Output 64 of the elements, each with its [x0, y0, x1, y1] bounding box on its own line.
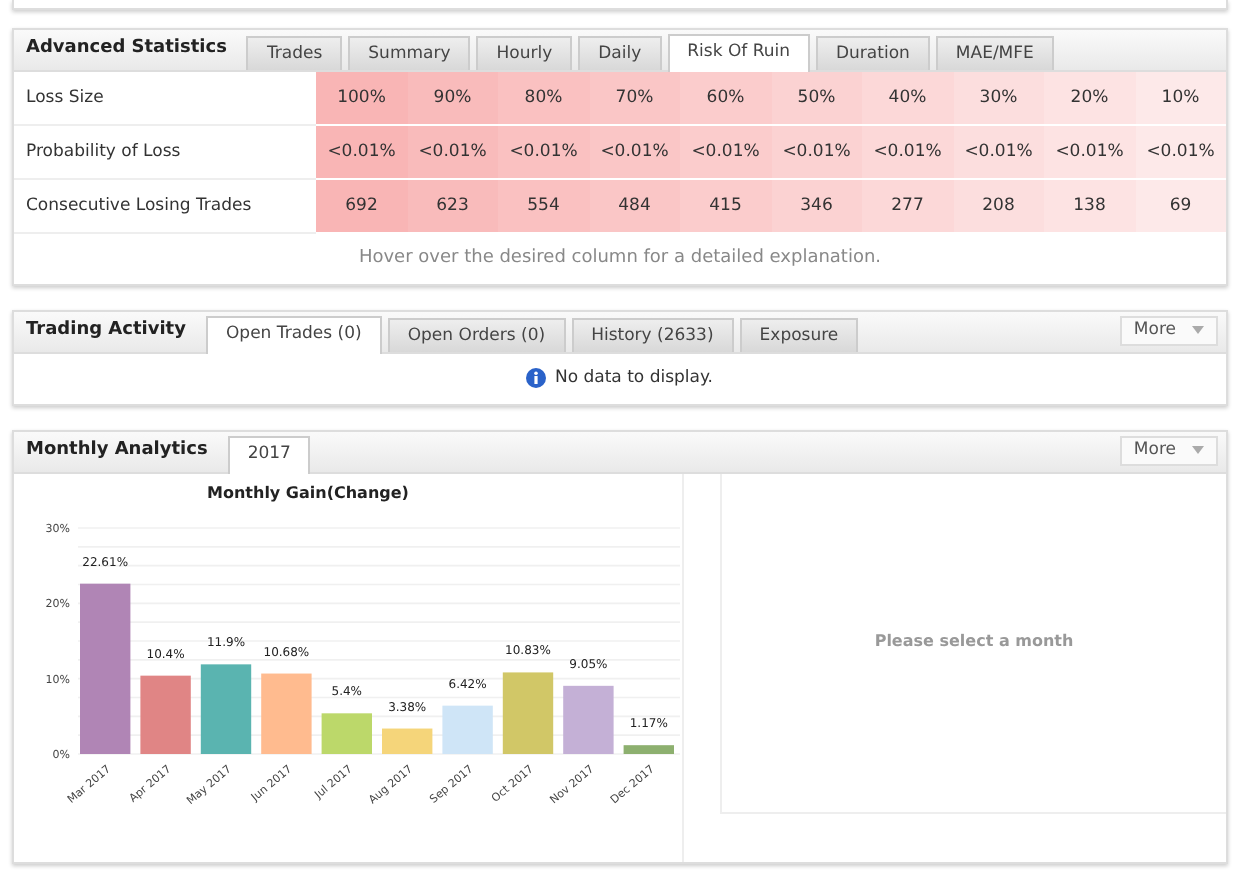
table-cell: 10% [1135, 72, 1226, 126]
table-cell: 415 [680, 180, 771, 234]
tab[interactable]: Hourly [476, 36, 573, 70]
more-button[interactable]: More [1119, 436, 1218, 466]
caret-icon [1192, 445, 1204, 454]
table-cell: 277 [862, 180, 953, 234]
bar[interactable] [382, 727, 433, 753]
table-cell: <0.01% [589, 126, 680, 180]
tab[interactable]: Open Trades (0) [205, 315, 382, 353]
tab[interactable]: Open Orders (0) [387, 317, 566, 351]
panel-title: Trading Activity [26, 317, 186, 344]
table-cell: 20% [1044, 72, 1135, 126]
table-cell: 40% [862, 72, 953, 126]
table-cell: <0.01% [316, 126, 407, 180]
bar[interactable] [502, 671, 554, 753]
tab[interactable]: Duration [816, 36, 930, 70]
bar[interactable] [442, 704, 493, 753]
table-cell: 90% [407, 72, 498, 126]
panel-title: Monthly Analytics [26, 437, 208, 464]
hint-text: Hover over the desired column for a detailed explanation. [356, 246, 884, 272]
table-cell: <0.01% [953, 126, 1044, 180]
table-cell: <0.01% [1135, 126, 1226, 180]
table-cell: 69 [1135, 180, 1226, 234]
tab[interactable]: Exposure [739, 317, 859, 351]
bar[interactable] [140, 674, 191, 753]
tab[interactable]: MAE/MFE [935, 36, 1054, 70]
table-cell: 484 [589, 180, 680, 234]
tab[interactable]: Daily [578, 36, 662, 70]
table-cell: <0.01% [498, 126, 589, 180]
table-cell: 60% [680, 72, 771, 126]
tab[interactable]: Summary [348, 36, 471, 70]
table-cell: 30% [953, 72, 1044, 126]
table-cell: 208 [953, 180, 1044, 234]
chart-title: Monthly Gain(Change) [207, 483, 409, 501]
table-cell: <0.01% [680, 126, 771, 180]
tab[interactable]: Trades [246, 36, 343, 70]
placeholder-message: Please select a month [720, 473, 1226, 813]
table-cell: 692 [316, 180, 407, 234]
bar[interactable] [200, 663, 252, 753]
tab[interactable]: History (2633) [571, 317, 734, 351]
bar[interactable] [321, 712, 372, 753]
table-cell: <0.01% [771, 126, 862, 180]
table-cell: <0.01% [1044, 126, 1135, 180]
table-cell: 346 [771, 180, 862, 234]
table-cell: 100% [316, 72, 407, 126]
more-button[interactable]: More [1119, 316, 1218, 346]
tab[interactable]: 2017 [227, 435, 311, 473]
panel-title: Advanced Statistics [26, 36, 227, 63]
bar[interactable] [623, 744, 674, 753]
table-cell: 554 [498, 180, 589, 234]
bar[interactable] [80, 582, 131, 753]
table-cell: <0.01% [407, 126, 498, 180]
caret-icon [1192, 325, 1204, 334]
table-cell: 50% [771, 72, 862, 126]
info-icon [526, 368, 547, 388]
tab[interactable]: Risk Of Ruin [667, 34, 810, 72]
message-text: No data to display. [554, 365, 713, 391]
table-cell: 138 [1044, 180, 1135, 234]
table-cell: 70% [589, 72, 680, 126]
table-cell: 80% [498, 72, 589, 126]
table-cell: <0.01% [862, 126, 953, 180]
table-cell: 623 [407, 180, 498, 234]
bar[interactable] [563, 684, 614, 753]
bar[interactable] [261, 672, 312, 753]
